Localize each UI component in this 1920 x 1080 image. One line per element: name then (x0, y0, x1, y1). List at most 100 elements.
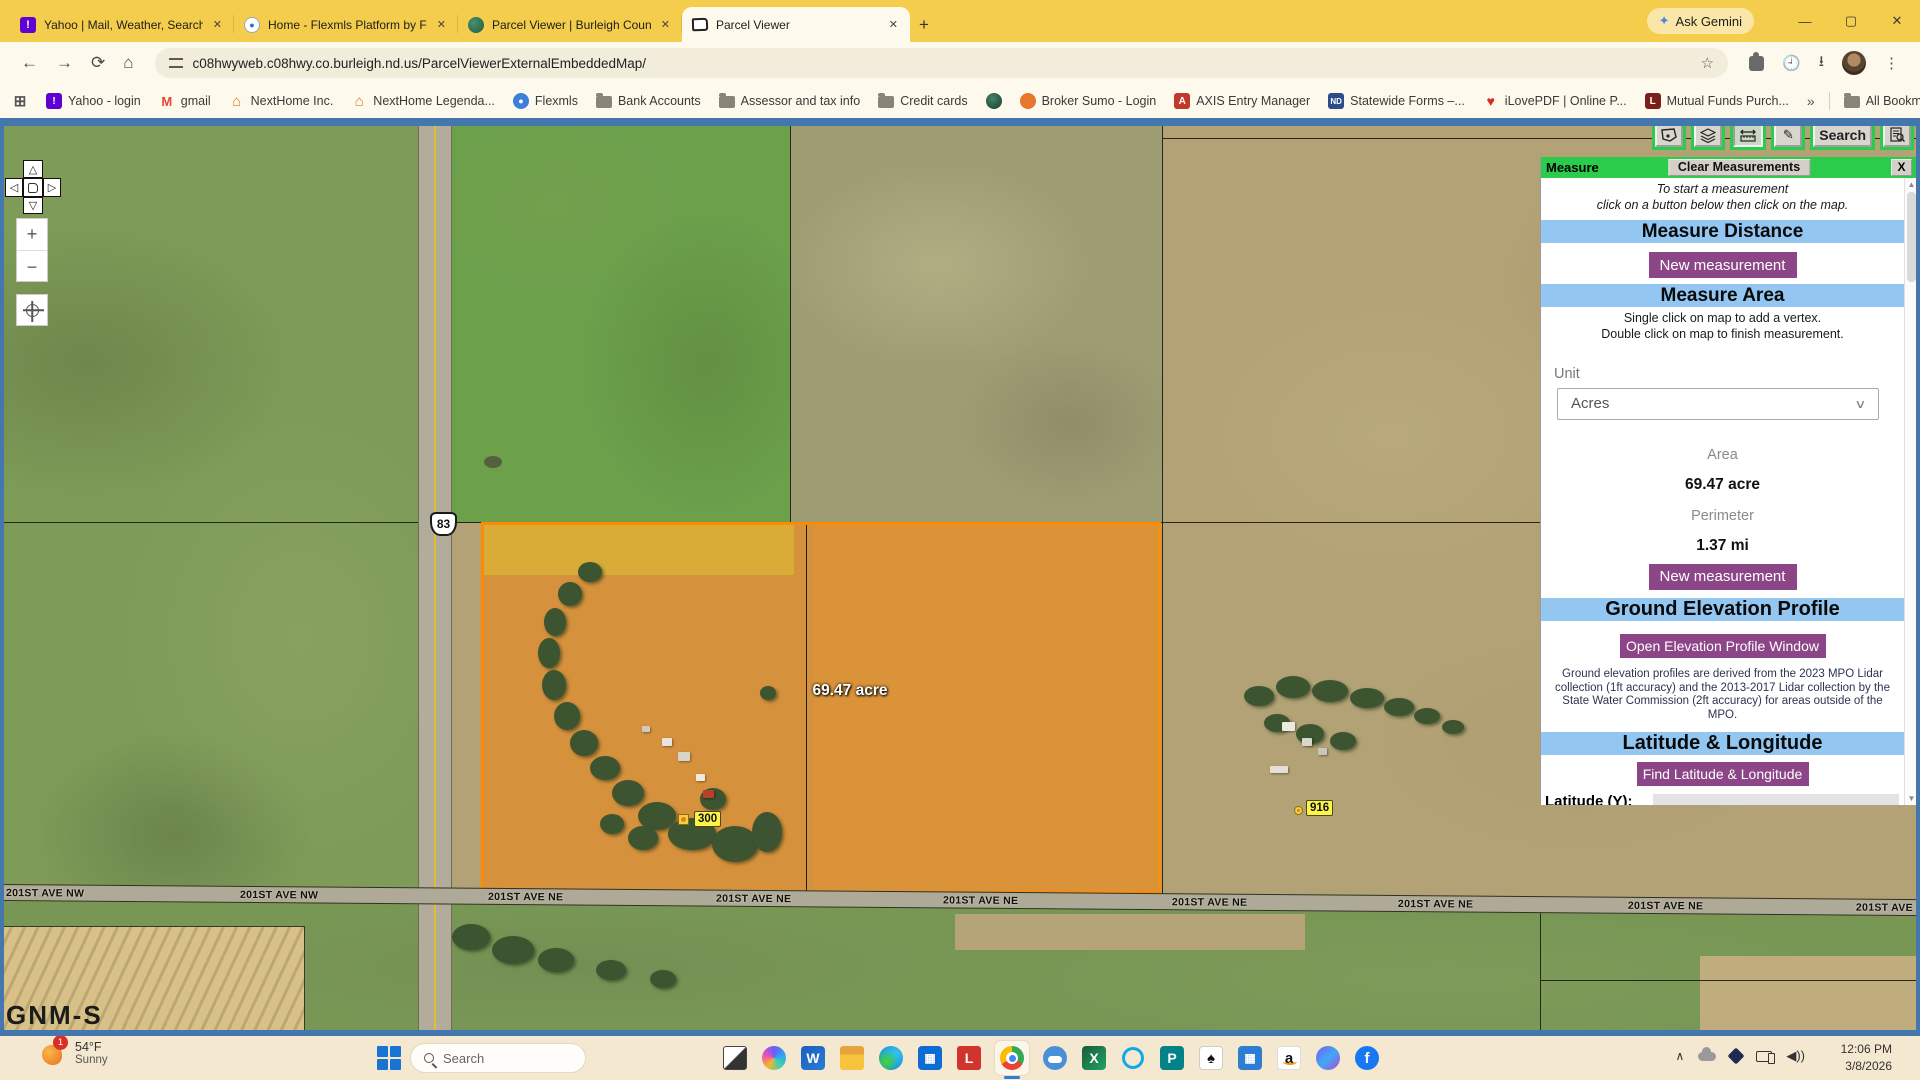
taskbar-app-publisher[interactable]: P (1159, 1045, 1185, 1071)
tab-yahoo[interactable]: !Yahoo | Mail, Weather, Search, F✕ (10, 7, 234, 42)
bookmark-globe-dark[interactable] (986, 93, 1002, 109)
identify-search-button[interactable] (1880, 126, 1914, 150)
bookmark-nexthome-inc[interactable]: ⌂NextHome Inc. (229, 93, 334, 109)
unit-select[interactable]: Acres ∨ (1557, 388, 1879, 420)
bookmark-statewide-forms[interactable]: NDStatewide Forms –... (1328, 93, 1465, 109)
search-button[interactable]: Search (1810, 126, 1875, 150)
tab-close-icon[interactable]: ✕ (887, 18, 900, 31)
window-close-button[interactable]: ✕ (1874, 3, 1920, 39)
taskbar-app-calculator[interactable]: ▦ (1237, 1045, 1263, 1071)
site-info-icon[interactable] (169, 58, 183, 68)
tab-nd-outline[interactable]: Parcel Viewer✕ (682, 7, 910, 42)
bookmark-nexthome-legenda[interactable]: ⌂NextHome Legenda... (351, 93, 495, 109)
tab-close-icon[interactable]: ✕ (435, 18, 448, 31)
taskbar-app-file-explorer[interactable] (839, 1045, 865, 1071)
bookmark-flexmls[interactable]: ●Flexmls (513, 93, 578, 109)
bookmark-apps-grid[interactable]: ⊞ (12, 93, 28, 109)
bookmark-mutual-funds-purch[interactable]: LMutual Funds Purch... (1645, 93, 1789, 109)
taskbar-app-excel[interactable]: X (1081, 1045, 1107, 1071)
bookmark-axis-entry-manager[interactable]: AAXIS Entry Manager (1174, 93, 1310, 109)
home-icon[interactable]: ⌂ (123, 53, 133, 73)
bookmark-star-icon[interactable]: ☆ (1701, 54, 1714, 72)
profile-avatar[interactable] (1842, 51, 1866, 75)
taskbar-app-edge[interactable] (878, 1045, 904, 1071)
taskbar-app-facebook[interactable]: f (1354, 1045, 1380, 1071)
tree-cluster (1276, 676, 1310, 698)
taskbar-app-ms-store[interactable]: ▦ (917, 1045, 943, 1071)
forward-icon[interactable]: → (56, 53, 73, 73)
clear-measurements-button[interactable]: Clear Measurements (1668, 159, 1810, 176)
address-point-marker-916[interactable] (1294, 806, 1303, 815)
draw-tool-button[interactable]: ✎ (1771, 126, 1805, 150)
measure-tool-button[interactable] (1730, 126, 1766, 150)
taskbar-search-box[interactable]: Search (410, 1043, 586, 1073)
start-button[interactable] (377, 1046, 401, 1070)
find-latitude-longitude-button[interactable]: Find Latitude & Longitude (1637, 762, 1809, 786)
taskbar-app-alexa[interactable] (1120, 1045, 1146, 1071)
dropbox-icon[interactable] (1728, 1048, 1745, 1065)
tree-cluster (1330, 732, 1356, 750)
perimeter-label: Perimeter (1541, 508, 1904, 524)
tab-flexmls-pin[interactable]: ●Home - Flexmls Platform by FBS✕ (234, 7, 458, 42)
taskbar-app-task-view[interactable] (722, 1045, 748, 1071)
onedrive-cloud-icon[interactable] (1698, 1052, 1716, 1061)
zoom-in-button[interactable]: + (17, 219, 47, 251)
taskbar-app-designer[interactable] (1315, 1045, 1341, 1071)
taskbar-app-word[interactable]: W (800, 1045, 826, 1071)
bookmark-broker-sumo-login[interactable]: Broker Sumo - Login (1020, 93, 1157, 109)
measure-distance-header: Measure Distance (1541, 220, 1904, 243)
ask-gemini-button[interactable]: ✦ Ask Gemini (1647, 8, 1754, 34)
window-minimize-button[interactable]: — (1782, 3, 1828, 39)
taskbar-weather-widget[interactable]: 1 54°F Sunny (42, 1040, 108, 1066)
parcel-map[interactable]: 201ST AVE NW201ST AVE NW201ST AVE NE201S… (0, 126, 1920, 1030)
display-icon[interactable] (1756, 1051, 1772, 1062)
address-point-marker-300[interactable] (678, 814, 689, 825)
taskbar-clock[interactable]: 12:06 PM 3/8/2026 (1841, 1041, 1892, 1075)
bookmarks-overflow-icon[interactable]: » (1807, 93, 1815, 109)
pan-left-button[interactable]: ◁ (5, 178, 23, 197)
taskbar-app-copilot[interactable] (761, 1045, 787, 1071)
locate-button[interactable] (16, 294, 48, 326)
zoom-out-button[interactable]: − (17, 251, 47, 283)
new-measurement-area-button[interactable]: New measurement (1649, 564, 1797, 590)
menu-kebab-icon[interactable]: ⋮ (1884, 54, 1899, 72)
taskbar-app-onedrive[interactable] (1042, 1045, 1068, 1071)
pan-down-button[interactable]: ▽ (23, 197, 43, 214)
taskbar-app-chrome[interactable] (995, 1041, 1029, 1075)
extensions-puzzle-icon[interactable] (1749, 56, 1764, 71)
new-tab-button[interactable]: + (910, 11, 938, 39)
address-bar[interactable]: c08hwyweb.c08hwy.co.burleigh.nd.us/Parce… (155, 48, 1729, 78)
latitude-input[interactable] (1653, 794, 1899, 805)
back-icon[interactable]: ← (21, 53, 38, 73)
history-clock-icon[interactable]: 🕘 (1782, 54, 1801, 72)
bookmark-bank-accounts[interactable]: Bank Accounts (596, 94, 701, 108)
full-extent-button[interactable] (23, 178, 43, 197)
parcel-tool-button[interactable] (1652, 126, 1686, 150)
pan-up-button[interactable]: △ (23, 160, 43, 178)
farm-building (703, 790, 714, 798)
download-icon[interactable]: ⭳ (1819, 51, 1824, 76)
all-bookmarks-button[interactable]: All Bookmarks (1844, 94, 1920, 108)
tab-close-icon[interactable]: ✕ (659, 18, 672, 31)
pan-right-button[interactable]: ▷ (43, 178, 61, 197)
new-measurement-distance-button[interactable]: New measurement (1649, 252, 1797, 278)
chevron-up-icon[interactable]: ∧ (1676, 1049, 1685, 1063)
taskbar-app-solitaire[interactable]: ♠ (1198, 1045, 1224, 1071)
window-maximize-button[interactable]: ▢ (1828, 3, 1874, 39)
tab-close-icon[interactable]: ✕ (211, 18, 224, 31)
bookmark-yahoo-login[interactable]: !Yahoo - login (46, 93, 141, 109)
tab-globe[interactable]: Parcel Viewer | Burleigh County✕ (458, 7, 682, 42)
bookmark-credit-cards[interactable]: Credit cards (878, 94, 967, 108)
bookmark-assessor-and-tax-info[interactable]: Assessor and tax info (719, 94, 861, 108)
url-text[interactable]: c08hwyweb.c08hwy.co.burleigh.nd.us/Parce… (193, 56, 1691, 71)
scroll-thumb[interactable] (1907, 192, 1916, 282)
reload-icon[interactable]: ⟳ (91, 53, 105, 73)
panel-close-button[interactable]: X (1891, 159, 1912, 176)
bookmark-gmail[interactable]: Mgmail (159, 93, 211, 109)
layers-button[interactable] (1691, 126, 1725, 150)
taskbar-app-amazon[interactable]: a (1276, 1045, 1302, 1071)
speaker-icon[interactable]: ◀)) (1786, 1048, 1805, 1064)
open-elevation-profile-button[interactable]: Open Elevation Profile Window (1620, 634, 1826, 658)
bookmark-ilovepdf-online-p[interactable]: ♥iLovePDF | Online P... (1483, 93, 1627, 109)
taskbar-app-l-app[interactable]: L (956, 1045, 982, 1071)
